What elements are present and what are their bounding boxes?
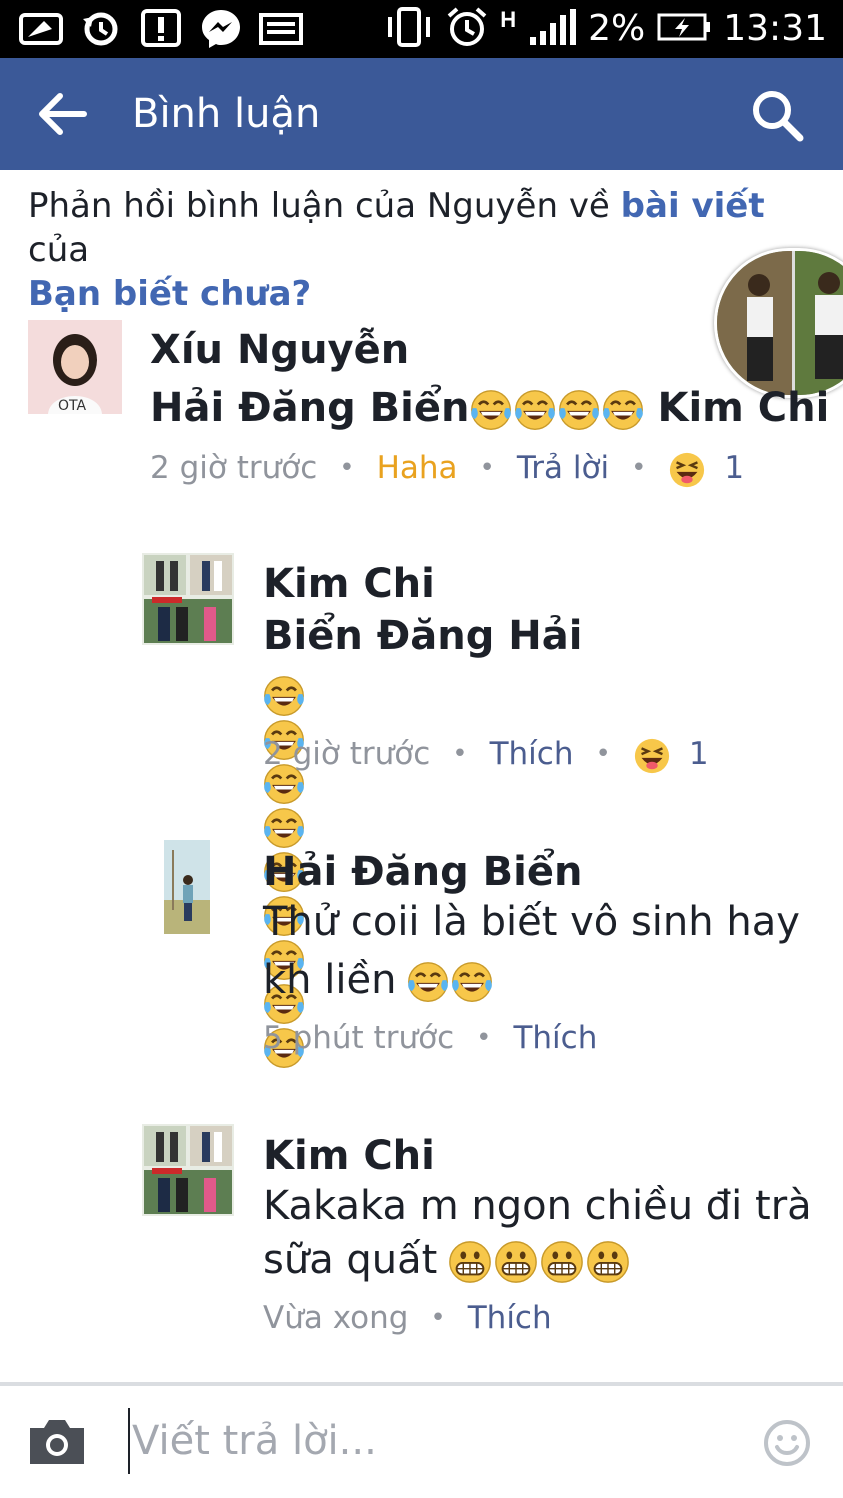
- like-button[interactable]: Thích: [490, 734, 574, 774]
- comment-time: 5 phút trước: [263, 1020, 455, 1056]
- alarm-icon: [446, 6, 488, 53]
- avatar[interactable]: [164, 840, 210, 934]
- camera-button[interactable]: [26, 1416, 88, 1468]
- tears-of-joy-icon: [471, 390, 512, 430]
- search-button[interactable]: [750, 88, 804, 142]
- separator-dot: •: [452, 739, 468, 770]
- avatar[interactable]: [142, 1124, 234, 1216]
- squinting-tongue-face-icon: [670, 452, 705, 487]
- sync-icon: [78, 8, 124, 50]
- clock: 13:31: [723, 8, 827, 49]
- comment-time: 2 giờ trước: [150, 450, 318, 487]
- comment-meta: 2 giờ trước • Thích • 1: [263, 734, 709, 775]
- gallery-icon: [258, 8, 304, 50]
- haha-reaction-button[interactable]: Haha: [377, 448, 458, 488]
- mention-link[interactable]: Kim Chi: [657, 385, 829, 431]
- separator-dot: •: [339, 453, 355, 484]
- reaction-count: 1: [724, 450, 745, 487]
- comment-text-line: sữa quất: [263, 1237, 438, 1283]
- comment-text: Hải Đăng Biển Kim Chi: [150, 380, 829, 436]
- comment-meta: 2 giờ trước • Haha • Trả lời • 1: [150, 448, 744, 489]
- comment-author[interactable]: Xíu Nguyễn: [150, 324, 409, 376]
- reaction-count: 1: [688, 736, 709, 773]
- comment-text: Thử coii là biết vô sinh hay: [263, 899, 800, 945]
- context-prefix: Phản hồi bình luận của Nguyễn về: [28, 186, 621, 226]
- reply-composer: [0, 1382, 843, 1498]
- comment-meta: Vừa xong • Thích: [263, 1298, 552, 1338]
- back-button[interactable]: [38, 92, 88, 136]
- comment-text: Kakaka m ngon chiều đi trà: [263, 1183, 812, 1229]
- like-button[interactable]: Thích: [468, 1298, 552, 1338]
- avatar[interactable]: OTA: [28, 320, 122, 414]
- separator-dot: •: [430, 1303, 446, 1333]
- separator-dot: •: [479, 453, 495, 484]
- reply-button[interactable]: Trả lời: [517, 448, 609, 488]
- squinting-tongue-face-icon: [634, 738, 669, 773]
- messenger-icon: [198, 8, 244, 50]
- battery-percent: 2%: [588, 8, 646, 49]
- context-middle: của: [28, 230, 90, 270]
- app-bar: Bình luận: [0, 58, 843, 170]
- signal-icon: [528, 7, 577, 52]
- comment-author[interactable]: Hải Đăng Biển: [263, 846, 582, 898]
- tears-of-joy-icon: [452, 962, 493, 1002]
- arrow-left-icon: [39, 93, 87, 135]
- grimacing-face-icon: [495, 1241, 538, 1283]
- svg-text:OTA: OTA: [58, 398, 86, 414]
- comment-author[interactable]: Kim Chi: [263, 558, 435, 610]
- separator-dot: •: [476, 1023, 492, 1053]
- tears-of-joy-icon: [515, 390, 556, 430]
- tears-of-joy-icon: [603, 390, 644, 430]
- laugh-emoji-row: [262, 674, 306, 1068]
- comment-text[interactable]: Biển Đăng Hải: [263, 608, 582, 664]
- avatar[interactable]: [142, 553, 234, 645]
- mention-link[interactable]: Hải Đăng Biển: [150, 385, 469, 431]
- comment-author[interactable]: Kim Chi: [263, 1130, 435, 1182]
- laugh-emoji-row: [406, 957, 494, 1003]
- comment-time: 2 giờ trước: [263, 736, 431, 773]
- camera-icon: [30, 1420, 84, 1464]
- page-link[interactable]: Bạn biết chưa?: [28, 274, 311, 314]
- network-type-label: H: [500, 7, 517, 32]
- battery-charging-icon: [657, 12, 711, 47]
- tears-of-joy-icon: [264, 808, 304, 848]
- reply-input[interactable]: [128, 1408, 728, 1474]
- comment-text: kh liền: [263, 952, 494, 1008]
- grimacing-face-icon: [449, 1241, 492, 1283]
- tears-of-joy-icon: [408, 962, 449, 1002]
- tears-of-joy-icon: [264, 676, 304, 716]
- separator-dot: •: [595, 739, 611, 770]
- comment-text: sữa quất: [263, 1232, 631, 1288]
- comment-time: Vừa xong: [263, 1300, 409, 1336]
- grin-emoji-row: [447, 1237, 631, 1283]
- search-icon: [753, 91, 804, 142]
- alert-icon: [138, 8, 184, 50]
- laugh-emoji-row: [469, 385, 645, 431]
- reaction-summary[interactable]: 1: [668, 448, 744, 489]
- status-bar: H 2% 13:31: [0, 0, 843, 58]
- smiley-icon: [764, 1420, 810, 1466]
- post-link[interactable]: bài viết: [621, 186, 765, 226]
- screen-cast-icon: [18, 8, 64, 50]
- grimacing-face-icon: [541, 1241, 584, 1283]
- page-title: Bình luận: [132, 91, 321, 137]
- tears-of-joy-icon: [559, 390, 600, 430]
- separator-dot: •: [631, 453, 647, 484]
- comment-text-line: kh liền: [263, 957, 397, 1003]
- vibrate-icon: [384, 6, 434, 52]
- reaction-summary[interactable]: 1: [633, 734, 709, 775]
- reply-context: Phản hồi bình luận của Nguyễn về bài viế…: [28, 184, 818, 316]
- haha-face-icon: [668, 448, 706, 489]
- comment-meta: 5 phút trước • Thích: [263, 1018, 597, 1058]
- sticker-button[interactable]: [762, 1418, 812, 1468]
- haha-face-icon: [633, 734, 671, 775]
- grimacing-face-icon: [587, 1241, 630, 1283]
- like-button[interactable]: Thích: [513, 1018, 597, 1058]
